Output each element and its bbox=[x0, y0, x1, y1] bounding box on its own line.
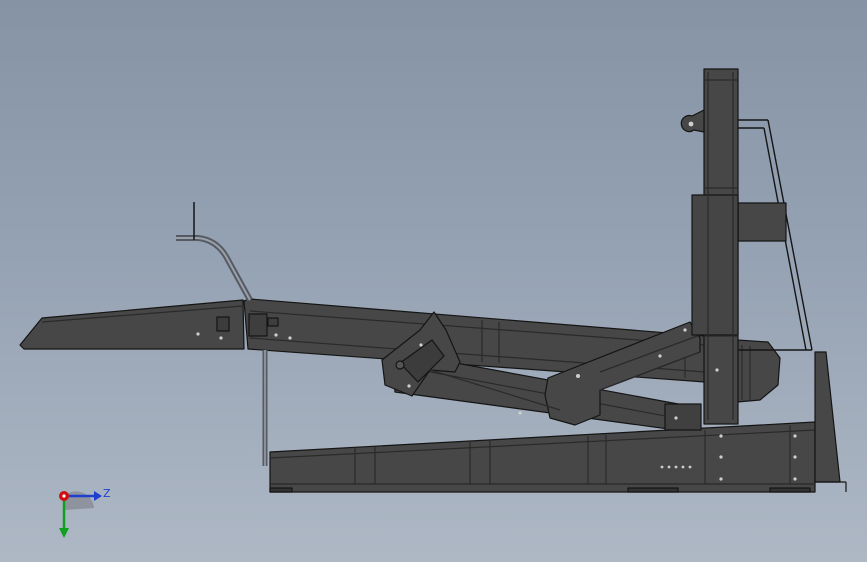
rear-stand[interactable] bbox=[814, 351, 847, 492]
side-plate[interactable] bbox=[737, 202, 787, 242]
base-frame[interactable] bbox=[269, 421, 816, 493]
cad-graphics-viewport[interactable]: Z bbox=[0, 0, 867, 562]
mechanical-assembly-model[interactable] bbox=[0, 0, 867, 562]
front-ramp[interactable] bbox=[19, 299, 245, 350]
z-axis-label: Z bbox=[103, 487, 111, 500]
